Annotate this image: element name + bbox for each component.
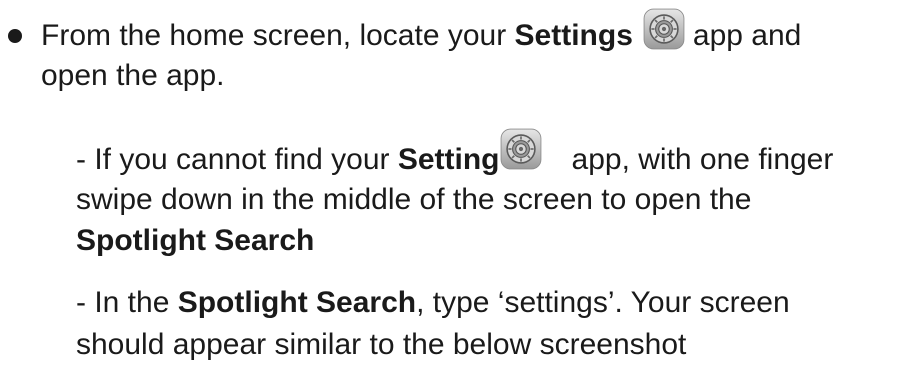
substep-text: - If you cannot find your: [76, 142, 398, 176]
instruction-text: From the home screen, locate your: [41, 18, 515, 52]
substep-1-line-1: - If you cannot find your Setting app, w…: [76, 128, 834, 182]
settings-gear-icon: [643, 8, 685, 50]
substep-text: app, with one finger: [571, 142, 834, 176]
substep-1-line-3: Spotlight Search: [76, 223, 314, 259]
spotlight-search-label: Spotlight Search: [76, 224, 315, 257]
substep-2-line-2: should appear similar to the below scree…: [76, 328, 687, 361]
substep-text: , type ‘settings’. Your screen: [416, 286, 790, 319]
substep-2-line-1: - In the Spotlight Search, type ‘setting…: [76, 285, 790, 321]
settings-label: Settings: [514, 18, 633, 52]
spotlight-search-label: Spotlight Search: [177, 286, 417, 319]
instruction-line-2: open the app.: [41, 59, 225, 92]
substep-text: - In the: [76, 286, 178, 319]
instruction-text: app and: [692, 18, 802, 52]
bullet-dot: [8, 29, 22, 43]
instruction-line-1: From the home screen, locate your Settin…: [41, 8, 802, 58]
substep-1-line-2: swipe down in the middle of the screen t…: [76, 183, 752, 216]
settings-gear-icon: [500, 128, 542, 170]
setting-label: Setting: [397, 142, 500, 176]
